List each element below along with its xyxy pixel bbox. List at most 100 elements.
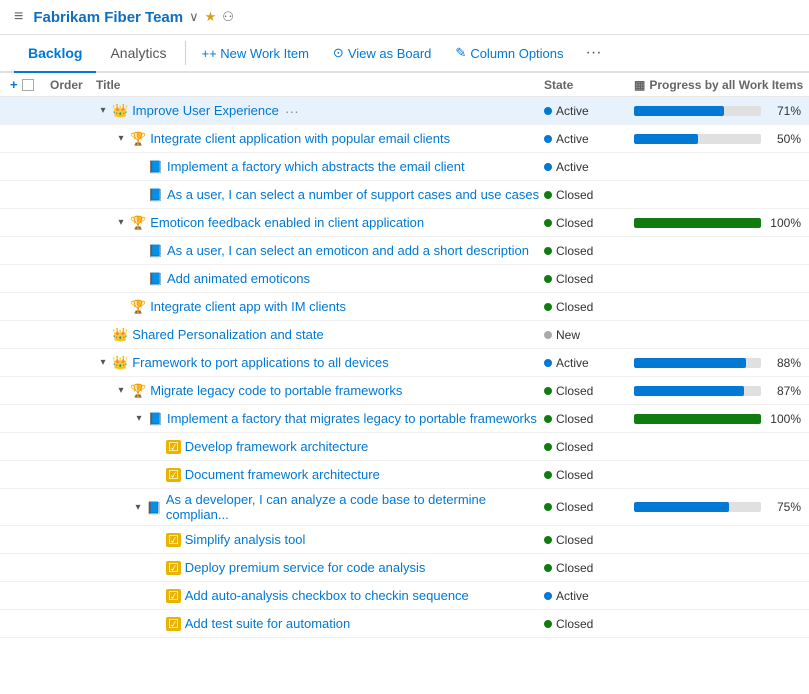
expand-toggle[interactable]: ▾ (96, 104, 110, 118)
state-dot (544, 471, 552, 479)
table-row: ▾ 📘 Implement a factory that migrates le… (0, 405, 809, 433)
row-item-icon: ☑ (166, 467, 181, 482)
progress-bar-wrap (634, 106, 761, 116)
task-icon: ☑ (166, 589, 181, 603)
progress-percent: 75% (767, 500, 801, 514)
row-more-button[interactable]: ··· (285, 103, 299, 119)
row-title[interactable]: Improve User Experience (132, 103, 279, 118)
row-progress: 88% (634, 356, 809, 370)
table-row: 🏆 Integrate client app with IM clients C… (0, 293, 809, 321)
table-row: ☑ Develop framework architecture Closed (0, 433, 809, 461)
state-label: Closed (556, 468, 593, 482)
row-item-icon: 👑 (112, 327, 128, 343)
task-icon: ☑ (166, 561, 181, 575)
expand-toggle[interactable]: ▾ (132, 412, 146, 426)
row-title[interactable]: Implement a factory which abstracts the … (167, 159, 465, 174)
menu-icon[interactable]: ≡ (14, 8, 23, 26)
table-row: ▾ 👑 Improve User Experience ··· Active 7… (0, 97, 809, 125)
row-title-cell: 📘 As a user, I can select a number of su… (96, 187, 544, 202)
state-label: Closed (556, 533, 593, 547)
row-title[interactable]: As a developer, I can analyze a code bas… (166, 492, 544, 522)
table-row: 📘 Implement a factory which abstracts th… (0, 153, 809, 181)
row-title[interactable]: Integrate client application with popula… (150, 131, 450, 146)
view-as-board-label: View as Board (348, 46, 432, 61)
progress-percent: 100% (767, 412, 801, 426)
add-icon[interactable]: + (10, 77, 18, 92)
column-options-label: Column Options (470, 46, 563, 61)
row-title-cell: ☑ Develop framework architecture (96, 439, 544, 454)
row-title[interactable]: Emoticon feedback enabled in client appl… (150, 215, 424, 230)
row-title[interactable]: As a user, I can select an emoticon and … (167, 243, 529, 258)
new-work-item-button[interactable]: + + New Work Item (190, 38, 321, 69)
table-row: ▾ 📘 As a developer, I can analyze a code… (0, 489, 809, 526)
row-title[interactable]: Add animated emoticons (167, 271, 310, 286)
row-state: Active (544, 589, 634, 603)
trophy-icon: 🏆 (130, 383, 146, 398)
row-state: Closed (544, 244, 634, 258)
progress-bar-wrap (634, 502, 761, 512)
row-title[interactable]: Add test suite for automation (185, 616, 350, 631)
row-state: Closed (544, 188, 634, 202)
state-dot (544, 592, 552, 600)
state-label: Active (556, 104, 589, 118)
checkbox-header[interactable] (22, 79, 34, 91)
row-item-icon: 📘 (147, 500, 162, 515)
expand-toggle[interactable]: ▾ (96, 356, 110, 370)
table-row: ▾ 🏆 Integrate client application with po… (0, 125, 809, 153)
row-item-icon: 🏆 (130, 299, 146, 315)
expand-toggle[interactable]: ▾ (131, 500, 145, 514)
row-state: Closed (544, 216, 634, 230)
person-icon[interactable]: ⚇ (222, 9, 234, 25)
row-title[interactable]: As a user, I can select a number of supp… (167, 187, 539, 202)
view-as-board-button[interactable]: ⊙ View as Board (321, 37, 444, 69)
nav-analytics[interactable]: Analytics (96, 35, 180, 71)
column-options-button[interactable]: ✎ Column Options (443, 37, 575, 69)
table-row: 📘 As a user, I can select a number of su… (0, 181, 809, 209)
star-icon[interactable]: ★ (205, 9, 217, 25)
progress-icon: ▦ (634, 78, 645, 92)
row-title[interactable]: Develop framework architecture (185, 439, 369, 454)
nav-more-button[interactable]: ··· (576, 36, 612, 70)
state-dot (544, 331, 552, 339)
row-title[interactable]: Implement a factory that migrates legacy… (167, 411, 537, 426)
state-dot (544, 564, 552, 572)
row-title-cell: 📘 Add animated emoticons (96, 271, 544, 286)
row-item-icon: 📘 (148, 159, 163, 174)
state-dot (544, 135, 552, 143)
row-title-cell: ▾ 📘 As a developer, I can analyze a code… (96, 492, 544, 522)
progress-bar-fill (634, 134, 698, 144)
row-title[interactable]: Shared Personalization and state (132, 327, 324, 342)
backlog-rows: ▾ 👑 Improve User Experience ··· Active 7… (0, 97, 809, 638)
row-title[interactable]: Deploy premium service for code analysis (185, 560, 426, 575)
row-title[interactable]: Document framework architecture (185, 467, 380, 482)
row-progress: 100% (634, 216, 809, 230)
expand-toggle[interactable]: ▾ (114, 384, 128, 398)
column-options-icon: ✎ (455, 45, 466, 61)
table-row: ☑ Simplify analysis tool Closed (0, 526, 809, 554)
task-icon: ☑ (166, 617, 181, 631)
row-progress: 100% (634, 412, 809, 426)
state-label: Closed (556, 617, 593, 631)
state-dot (544, 163, 552, 171)
row-state: Active (544, 104, 634, 118)
book-icon: 📘 (148, 272, 163, 286)
row-title[interactable]: Simplify analysis tool (185, 532, 306, 547)
table-row: 📘 Add animated emoticons Closed (0, 265, 809, 293)
plus-icon: + (202, 46, 210, 61)
row-item-icon: ☑ (166, 439, 181, 454)
nav-backlog[interactable]: Backlog (14, 35, 96, 73)
state-label: Closed (556, 300, 593, 314)
row-title-cell: ▾ 📘 Implement a factory that migrates le… (96, 411, 544, 426)
expand-toggle[interactable]: ▾ (114, 132, 128, 146)
row-title[interactable]: Add auto-analysis checkbox to checkin se… (185, 588, 469, 603)
table-row: ☑ Deploy premium service for code analys… (0, 554, 809, 582)
row-item-icon: 🏆 (130, 383, 146, 399)
chevron-down-icon[interactable]: ∨ (189, 9, 199, 25)
row-state: Closed (544, 272, 634, 286)
row-title[interactable]: Framework to port applications to all de… (132, 355, 389, 370)
expand-toggle[interactable]: ▾ (114, 216, 128, 230)
row-title[interactable]: Integrate client app with IM clients (150, 299, 346, 314)
row-title[interactable]: Migrate legacy code to portable framewor… (150, 383, 402, 398)
crown-icon: 👑 (112, 103, 128, 118)
crown-icon: 👑 (112, 355, 128, 370)
